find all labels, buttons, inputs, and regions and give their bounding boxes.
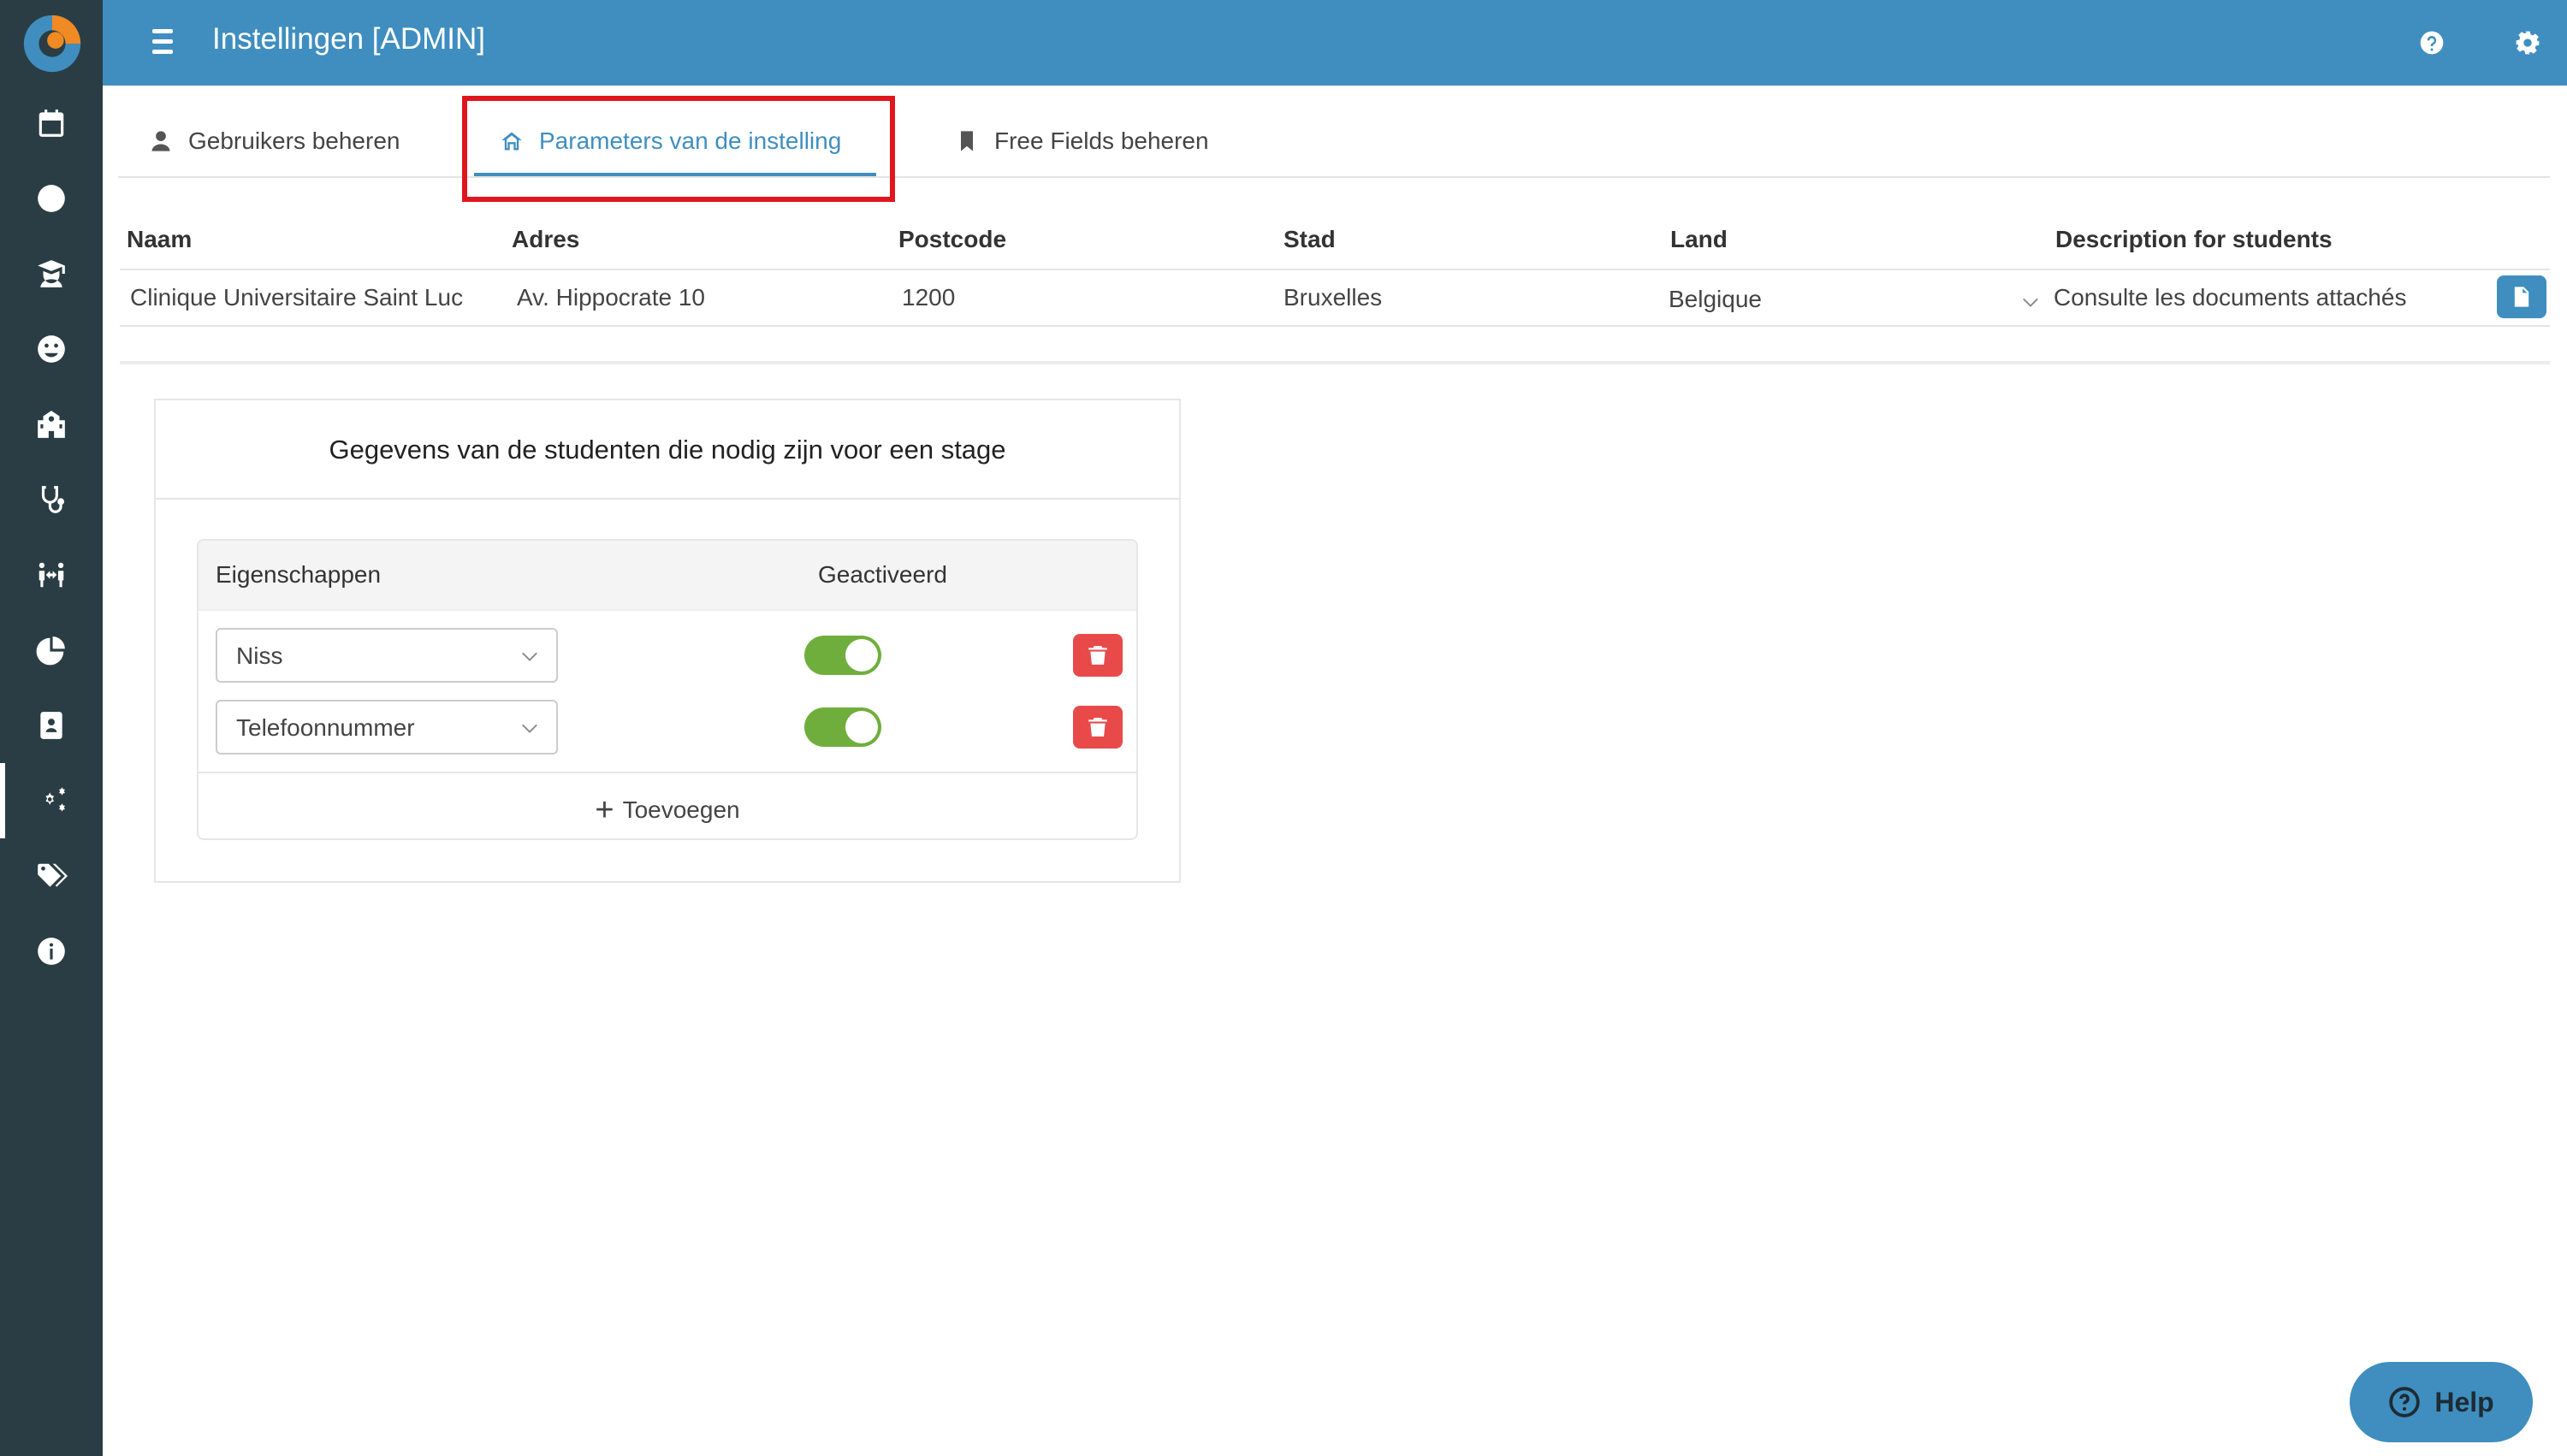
smile-icon	[38, 335, 65, 363]
help-button[interactable]: Help	[2350, 1362, 2533, 1442]
properties-table: Eigenschappen Geactiveerd Niss Telefoonn…	[197, 539, 1138, 840]
clock-icon	[38, 185, 65, 212]
sidebar-item-stats[interactable]	[0, 613, 103, 688]
student-data-panel: Gegevens van de studenten die nodig zijn…	[154, 399, 1181, 883]
tab-institution-parameters[interactable]: Parameters van de instelling	[500, 120, 841, 163]
column-header-properties: Eigenschappen	[216, 561, 382, 588]
home-icon	[501, 132, 522, 151]
question-circle-icon	[2389, 1387, 2421, 1418]
chevron-down-icon	[522, 652, 537, 661]
divider	[120, 269, 2550, 270]
activated-toggle[interactable]	[804, 636, 881, 675]
hamburger-menu-icon[interactable]	[144, 24, 181, 62]
user-icon	[151, 131, 170, 151]
add-property-button[interactable]: + Toevoegen	[199, 789, 1136, 832]
column-header-naam: Naam	[127, 226, 193, 252]
app-logo[interactable]	[19, 10, 86, 77]
bookmark-icon	[961, 131, 973, 151]
stethoscope-icon	[41, 486, 65, 513]
file-icon	[2514, 287, 2529, 307]
active-tab-indicator	[474, 173, 876, 176]
gear-icon[interactable]	[2509, 24, 2546, 62]
property-select[interactable]: Niss	[216, 628, 558, 683]
divider	[120, 325, 2550, 327]
tab-institution-parameters-label: Parameters van de instelling	[539, 127, 842, 154]
column-header-postcode: Postcode	[898, 226, 1007, 252]
postcode-cell[interactable]: 1200	[902, 284, 955, 311]
help-circle-icon[interactable]	[2413, 24, 2451, 62]
plus-icon: +	[595, 792, 614, 828]
tab-free-fields-label: Free Fields beheren	[994, 127, 1209, 154]
help-label: Help	[2434, 1386, 2494, 1418]
people-arrows-icon	[39, 562, 64, 588]
column-header-stad: Stad	[1284, 226, 1336, 252]
chevron-down-icon	[522, 724, 537, 733]
trash-icon	[1088, 718, 1107, 737]
property-select-value: Niss	[236, 642, 283, 669]
sidebar-item-smile[interactable]	[0, 311, 103, 387]
tags-icon	[38, 863, 68, 887]
sidebar-item-school[interactable]	[0, 387, 103, 462]
sidebar-item-people[interactable]	[0, 537, 103, 613]
sidebar-item-contacts[interactable]	[0, 688, 103, 763]
delete-button[interactable]	[1073, 634, 1123, 677]
column-header-adres: Adres	[512, 226, 580, 252]
divider	[199, 772, 1136, 773]
sidebar	[0, 0, 103, 1456]
graduate-icon	[38, 260, 65, 287]
panel-title: Gegevens van de studenten die nodig zijn…	[329, 435, 1006, 465]
sidebar-item-settings[interactable]	[0, 763, 103, 838]
naam-cell[interactable]: Clinique Universitaire Saint Luc	[130, 284, 463, 311]
property-select[interactable]: Telefoonnummer	[216, 700, 558, 755]
sidebar-item-clock[interactable]	[0, 161, 103, 236]
activated-toggle[interactable]	[804, 707, 881, 747]
delete-button[interactable]	[1073, 706, 1123, 749]
document-button[interactable]	[2497, 275, 2546, 318]
section-divider	[120, 361, 2550, 364]
chevron-down-icon[interactable]	[2021, 293, 2040, 311]
top-bar: Instellingen [ADMIN]	[103, 0, 2567, 86]
pie-chart-icon	[36, 636, 65, 666]
column-header-land: Land	[1670, 226, 1728, 252]
page-title: Instellingen [ADMIN]	[212, 22, 486, 56]
info-icon	[38, 938, 65, 965]
trash-icon	[1088, 646, 1107, 665]
properties-table-header: Eigenschappen Geactiveerd	[199, 541, 1136, 611]
stad-cell[interactable]: Bruxelles	[1284, 284, 1382, 311]
sidebar-item-info[interactable]	[0, 914, 103, 989]
tab-users[interactable]: Gebruikers beheren	[149, 120, 400, 163]
divider	[156, 498, 1179, 500]
sidebar-item-stethoscope[interactable]	[0, 462, 103, 537]
sidebar-item-calendar[interactable]	[0, 86, 103, 161]
calendar-icon	[39, 109, 64, 137]
sidebar-item-students[interactable]	[0, 236, 103, 311]
land-select[interactable]: Belgique	[1669, 286, 1762, 313]
property-select-value: Telefoonnummer	[236, 714, 415, 741]
column-header-activated: Geactiveerd	[818, 561, 947, 588]
address-book-icon	[40, 712, 62, 739]
adres-cell[interactable]: Av. Hippocrate 10	[517, 284, 705, 311]
tab-bar: Gebruikers beheren Parameters van de ins…	[118, 89, 2550, 178]
tab-users-label: Gebruikers beheren	[188, 127, 400, 154]
cogs-icon	[45, 787, 65, 812]
sidebar-item-tags[interactable]	[0, 838, 103, 914]
tab-free-fields[interactable]: Free Fields beheren	[955, 120, 1209, 163]
add-property-label: Toevoegen	[622, 796, 740, 823]
school-icon	[38, 411, 65, 438]
description-cell[interactable]: Consulte les documents attachés	[2054, 284, 2406, 311]
column-header-description: Description for students	[2055, 226, 2333, 252]
